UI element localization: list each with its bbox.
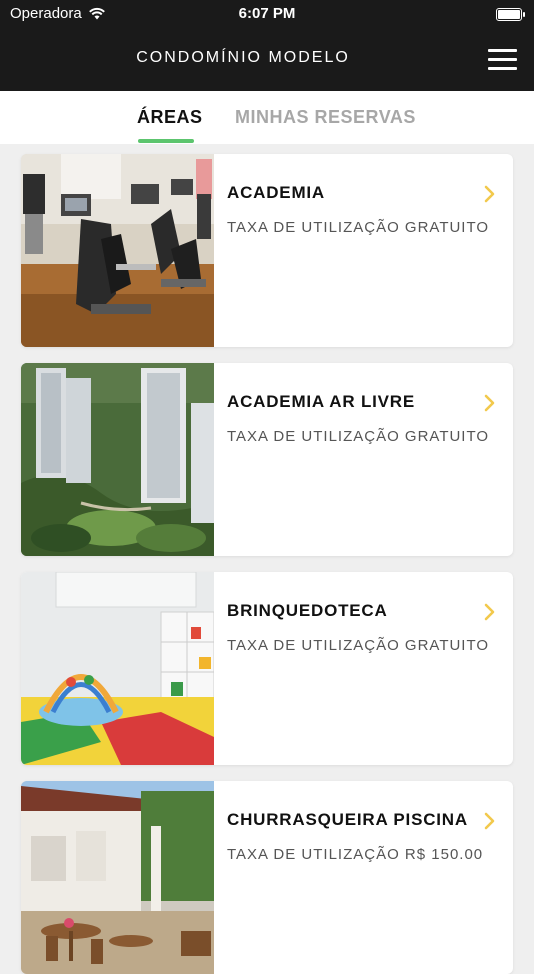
area-card-brinquedoteca[interactable]: BRINQUEDOTECA TAXA DE UTILIZAÇÃO GRATUIT… [21, 572, 513, 765]
area-card-churrasqueira-piscina[interactable]: CHURRASQUEIRA PISCINA TAXA DE UTILIZAÇÃO… [21, 781, 513, 974]
area-fee: TAXA DE UTILIZAÇÃO R$ 150.00 [227, 846, 484, 863]
area-card-academia-ar-livre[interactable]: ACADEMIA AR LIVRE TAXA DE UTILIZAÇÃO GRA… [21, 363, 513, 556]
tab-areas[interactable]: ÁREAS [137, 107, 203, 128]
area-name: ACADEMIA [227, 183, 326, 202]
app-header: Operadora 6:07 PM CONDOMÍNIO MODELO [0, 0, 534, 91]
area-card-academia[interactable]: ACADEMIA TAXA DE UTILIZAÇÃO GRATUITO [21, 154, 513, 347]
hamburger-menu-icon[interactable] [486, 49, 518, 71]
active-tab-indicator [138, 139, 194, 143]
gym-photo [21, 154, 214, 347]
page-title: CONDOMÍNIO MODELO [136, 49, 350, 66]
chevron-right-icon [484, 603, 495, 621]
chevron-right-icon [484, 394, 495, 412]
battery-icon [496, 8, 525, 21]
area-fee: TAXA DE UTILIZAÇÃO GRATUITO [227, 637, 490, 654]
towers-aerial-photo [21, 363, 214, 556]
area-fee: TAXA DE UTILIZAÇÃO GRATUITO [227, 428, 490, 445]
status-time: 6:07 PM [238, 5, 296, 22]
chevron-right-icon [484, 185, 495, 203]
area-name: CHURRASQUEIRA PISCINA [227, 810, 468, 829]
playroom-photo [21, 572, 214, 765]
tab-minhas-reservas[interactable]: MINHAS RESERVAS [235, 107, 416, 128]
tab-bar: ÁREAS MINHAS RESERVAS [0, 91, 534, 144]
area-fee: TAXA DE UTILIZAÇÃO GRATUITO [227, 219, 490, 236]
area-name: ACADEMIA AR LIVRE [227, 392, 416, 411]
status-bar: Operadora 6:07 PM [0, 0, 534, 28]
chevron-right-icon [484, 812, 495, 830]
area-name: BRINQUEDOTECA [227, 601, 388, 620]
barbecue-area-photo [21, 781, 214, 974]
